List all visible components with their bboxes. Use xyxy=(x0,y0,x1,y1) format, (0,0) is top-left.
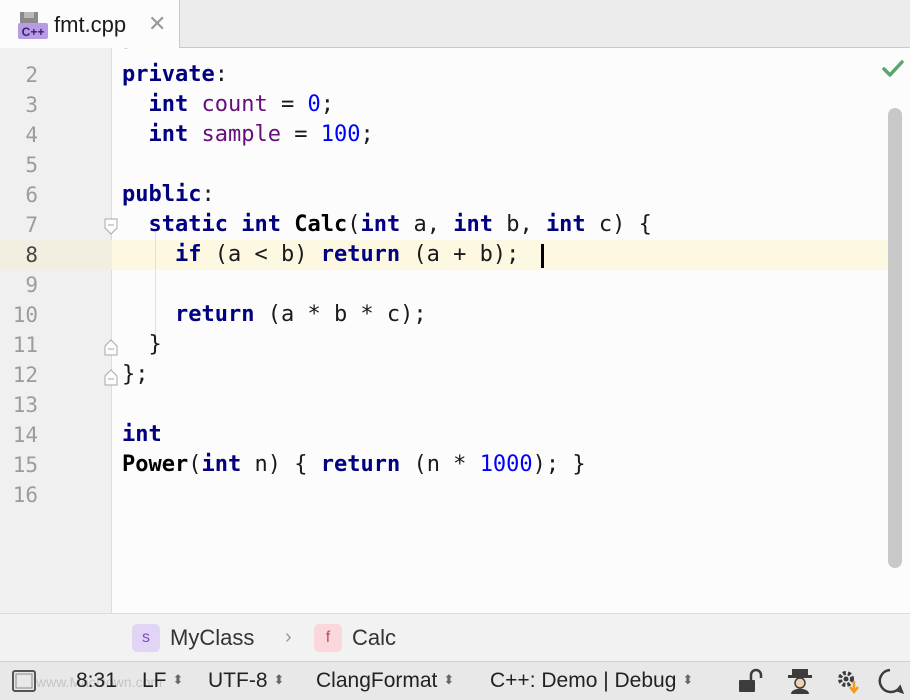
line-number: 9 xyxy=(25,273,38,297)
code-line-7: static int Calc(int a, int b, int c) { xyxy=(148,212,652,237)
line-number: 14 xyxy=(12,423,38,447)
inspector-icon[interactable] xyxy=(786,667,814,695)
fold-close-icon[interactable] xyxy=(103,368,119,386)
line-number: 12 xyxy=(12,363,38,387)
code-line-11: } xyxy=(148,332,162,357)
line-number: 13 xyxy=(12,393,38,417)
text-caret xyxy=(541,244,544,268)
function-icon: f xyxy=(314,624,342,652)
breadcrumb: s MyClass › f Calc xyxy=(0,613,910,661)
code-line-2: private: xyxy=(122,62,228,87)
line-number: 15 xyxy=(12,453,38,477)
breadcrumb-label: Calc xyxy=(352,625,397,650)
tab-fmt-cpp[interactable]: C++ fmt.cpp ✕ xyxy=(0,0,180,48)
code-line-15: Power(int n) { return (n * 1000); } xyxy=(122,452,586,477)
checkmark-icon[interactable] xyxy=(880,56,906,82)
line-number: 7 xyxy=(25,213,38,237)
line-number: 4 xyxy=(25,123,38,147)
code-line-14: int xyxy=(122,422,162,447)
run-context-selector[interactable]: C++: Demo | Debug ⬍ xyxy=(490,669,693,693)
code-line-10: return (a * b * c); xyxy=(174,302,427,327)
status-bar: www.MacDown.com 8:31 LF ⬍ UTF-8 ⬍ ClangFor… xyxy=(0,661,910,700)
chevron-right-icon: › xyxy=(285,626,292,648)
line-number: 6 xyxy=(25,183,38,207)
code-line-4: int sample = 100; xyxy=(148,122,374,147)
caret-position[interactable]: 8:31 xyxy=(76,669,117,693)
breadcrumb-myclass[interactable]: s MyClass xyxy=(132,624,254,652)
breadcrumb-calc[interactable]: f Calc xyxy=(314,624,396,652)
fold-open-icon[interactable] xyxy=(103,218,119,236)
settings-update-icon[interactable] xyxy=(834,667,862,695)
partial-scrolled-line: }; xyxy=(122,48,149,54)
line-separator-selector[interactable]: LF ⬍ xyxy=(142,669,183,693)
lock-icon[interactable] xyxy=(735,667,763,695)
encoding-selector[interactable]: UTF-8 ⬍ xyxy=(208,669,284,693)
struct-icon: s xyxy=(132,624,160,652)
line-number-current: 8 xyxy=(25,243,38,267)
fold-close-icon[interactable] xyxy=(103,338,119,356)
code-style-selector[interactable]: ClangFormat ⬍ xyxy=(316,669,454,693)
svg-text:C++: C++ xyxy=(22,25,45,39)
tool-window-toggle-icon[interactable] xyxy=(10,667,38,695)
close-tab-icon[interactable]: ✕ xyxy=(148,11,166,37)
line-number: 5 xyxy=(25,153,38,177)
line-number: 11 xyxy=(12,333,38,357)
code-line-12: }; xyxy=(122,362,149,387)
line-number: 10 xyxy=(12,303,38,327)
vertical-scrollbar[interactable] xyxy=(888,108,902,568)
feedback-icon[interactable] xyxy=(876,667,904,695)
tab-bar: C++ fmt.cpp ✕ xyxy=(0,0,910,48)
code-line-8: if (a < b) return (a + b); xyxy=(174,242,520,267)
code-editor[interactable]: }; 2 3 4 5 6 7 8 9 10 11 12 13 14 15 16 … xyxy=(0,48,910,613)
breadcrumb-label: MyClass xyxy=(170,625,255,650)
line-number: 16 xyxy=(12,483,38,507)
code-line-6: public: xyxy=(122,182,215,207)
code-line-3: int count = 0; xyxy=(148,92,334,117)
line-number: 2 xyxy=(25,63,38,87)
tab-label: fmt.cpp xyxy=(54,12,127,37)
line-number: 3 xyxy=(25,93,38,117)
cpp-file-icon: C++ xyxy=(18,12,48,39)
